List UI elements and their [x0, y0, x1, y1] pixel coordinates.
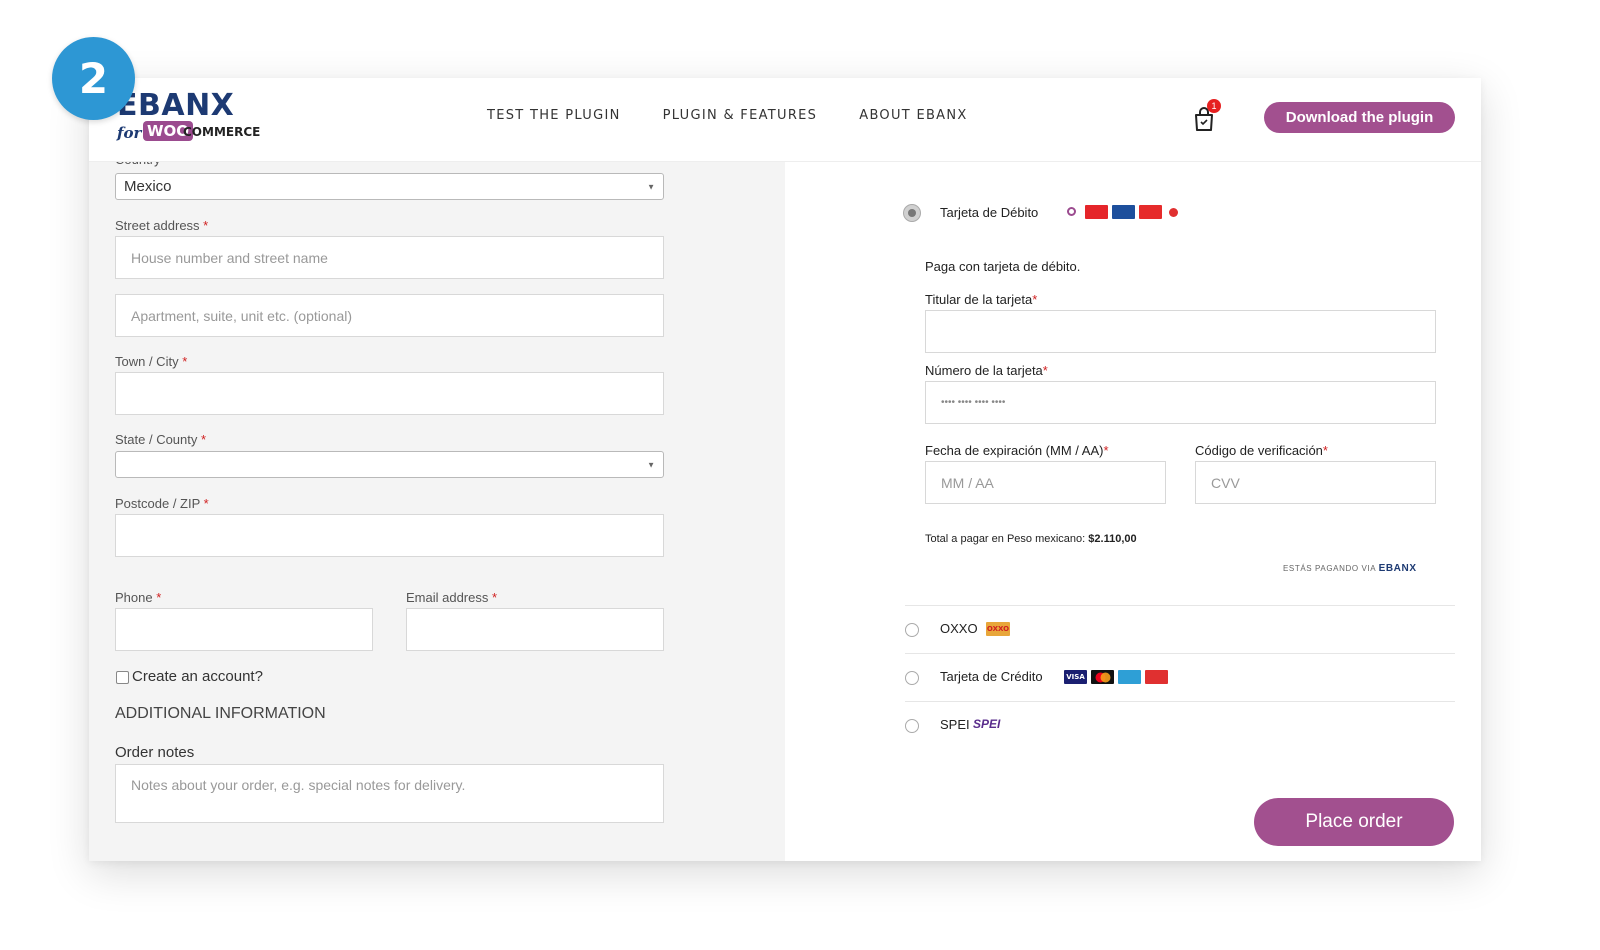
debit-description: Paga con tarjeta de débito.: [925, 259, 1081, 274]
banorte-card-icon: [1139, 205, 1162, 219]
cvv-label: Código de verificación*: [1195, 443, 1328, 458]
phone-input[interactable]: [115, 608, 373, 651]
oxxo-radio[interactable]: [905, 623, 919, 637]
nav-about-ebanx[interactable]: ABOUT EBANX: [859, 108, 967, 123]
amex-card-icon: [1118, 670, 1141, 684]
total-to-pay: Total a pagar en Peso mexicano: $2.110,0…: [925, 533, 1137, 545]
state-label: State / County *: [115, 432, 207, 447]
order-notes-label: Order notes: [115, 744, 195, 761]
carnet-card-icon: [1145, 670, 1168, 684]
country-select[interactable]: Mexico ▼: [115, 173, 664, 200]
card-number-label: Número de la tarjeta*: [925, 363, 1048, 378]
mastercard-icon: [1091, 670, 1114, 684]
site-header: EBANX for WOO COMMERCE TEST THE PLUGIN P…: [89, 78, 1481, 162]
postcode-label: Postcode / ZIP *: [115, 496, 209, 511]
card-holder-input[interactable]: [925, 310, 1436, 353]
paying-via-text: ESTÁS PAGANDO VIA EBANX: [1283, 563, 1417, 574]
flower-card-icon: [1169, 208, 1178, 217]
visa-card-icon: VISA: [1064, 670, 1087, 684]
oxxo-option-label[interactable]: OXXO: [940, 621, 978, 636]
credit-card-option-label[interactable]: Tarjeta de Crédito: [940, 669, 1043, 684]
billing-form: Country Mexico ▼ Street address * House …: [89, 152, 785, 861]
ebanx-woocommerce-logo[interactable]: EBANX for WOO COMMERCE: [117, 88, 267, 148]
spei-radio[interactable]: [905, 719, 919, 733]
spei-logo-icon: SPEI: [973, 717, 1001, 731]
oxxo-logo-icon: OXXO: [986, 622, 1010, 636]
payment-divider: [905, 605, 1455, 606]
santander-card-icon: [1085, 205, 1108, 219]
bbva-card-icon: [1112, 205, 1135, 219]
main-nav: TEST THE PLUGIN PLUGIN & FEATURES ABOUT …: [487, 108, 968, 123]
email-label: Email address *: [406, 590, 498, 605]
card-number-input[interactable]: •••• •••• •••• ••••: [925, 381, 1436, 424]
place-order-button[interactable]: Place order: [1254, 798, 1454, 846]
download-plugin-button[interactable]: Download the plugin: [1264, 102, 1455, 133]
debit-card-option-label[interactable]: Tarjeta de Débito: [940, 205, 1038, 220]
nav-plugin-features[interactable]: PLUGIN & FEATURES: [663, 108, 818, 123]
payment-methods: Tarjeta de Débito Paga con tarjeta de dé…: [785, 162, 1481, 861]
street-label: Street address *: [115, 218, 209, 233]
nav-test-the-plugin[interactable]: TEST THE PLUGIN: [487, 108, 621, 123]
street-address-input[interactable]: House number and street name: [115, 236, 664, 279]
caret-down-icon: ▼: [647, 182, 655, 191]
step-number-badge: 2: [52, 37, 135, 120]
card-holder-label: Titular de la tarjeta*: [925, 292, 1038, 307]
postcode-input[interactable]: [115, 514, 664, 557]
create-account-label[interactable]: Create an account?: [132, 668, 263, 685]
total-amount: $2.110,00: [1088, 533, 1137, 545]
debit-card-radio[interactable]: [903, 204, 921, 222]
cart-count-badge: 1: [1207, 99, 1221, 113]
additional-information-heading: ADDITIONAL INFORMATION: [115, 705, 326, 722]
country-value: Mexico: [124, 178, 172, 195]
payment-divider: [905, 653, 1455, 654]
street-address-2-input[interactable]: Apartment, suite, unit etc. (optional): [115, 294, 664, 337]
logo-commerce-text: COMMERCE: [183, 125, 261, 139]
cvv-input[interactable]: CVV: [1195, 461, 1436, 504]
payment-divider: [905, 701, 1455, 702]
credit-card-radio[interactable]: [905, 671, 919, 685]
browser-window: EBANX for WOO COMMERCE TEST THE PLUGIN P…: [89, 78, 1481, 861]
logo-ebanx-text: EBANX: [117, 88, 235, 123]
caret-down-icon: ▼: [647, 460, 655, 469]
email-input[interactable]: [406, 608, 664, 651]
city-input[interactable]: [115, 372, 664, 415]
spei-option-label[interactable]: SPEI: [940, 717, 970, 732]
expiry-label: Fecha de expiración (MM / AA)*: [925, 443, 1109, 458]
logo-for-text: for: [117, 124, 142, 142]
create-account-checkbox[interactable]: [116, 671, 129, 684]
phone-label: Phone *: [115, 590, 162, 605]
city-label: Town / City *: [115, 354, 188, 369]
state-select[interactable]: ▼: [115, 451, 664, 478]
card-ring-icon: [1067, 207, 1076, 216]
order-notes-textarea[interactable]: Notes about your order, e.g. special not…: [115, 764, 664, 823]
paying-via-ebanx-logo: EBANX: [1378, 563, 1417, 574]
mastercard-circles-icon: [1095, 672, 1110, 682]
expiry-input[interactable]: MM / AA: [925, 461, 1166, 504]
